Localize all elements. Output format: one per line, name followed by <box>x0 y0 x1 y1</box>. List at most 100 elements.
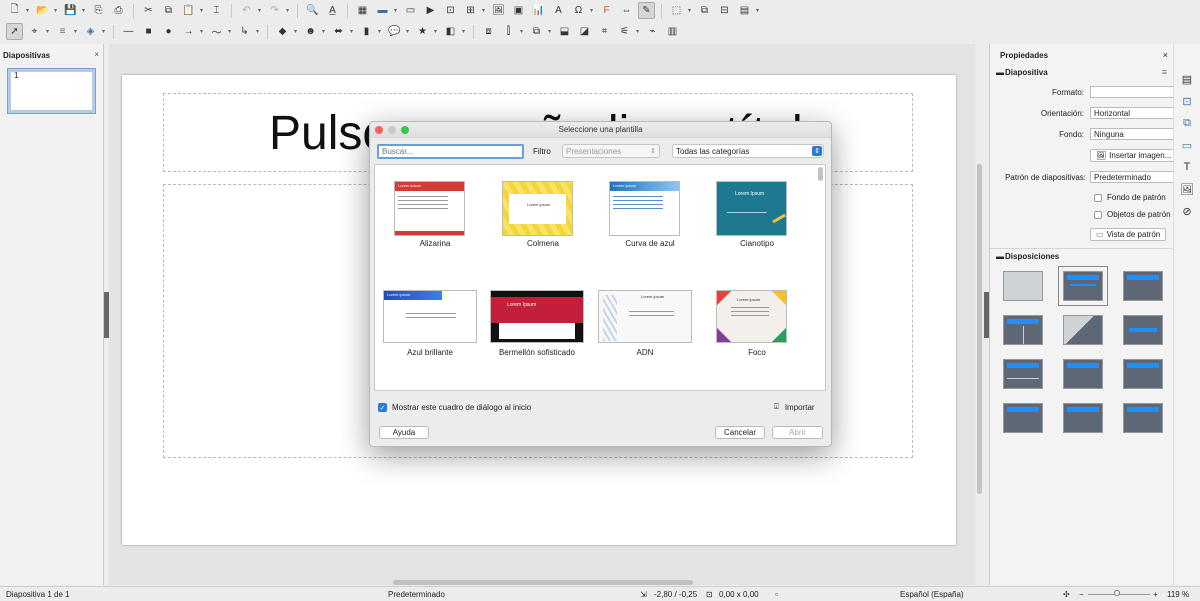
block-arrows-dropdown-icon[interactable]: ▾ <box>350 28 355 35</box>
template-item-azul-brillante[interactable]: Lorem ipsum Azul brillante <box>378 285 488 385</box>
language-status[interactable]: Español (España) <box>900 590 964 599</box>
filter-dropdown-icon[interactable]: ▾ <box>636 28 641 35</box>
import-button[interactable]: ⍗ Importar <box>774 402 815 412</box>
new-document-icon[interactable]: 🗋 <box>6 2 23 19</box>
delete-slide-icon[interactable]: ⊟ <box>716 2 733 19</box>
transformations-icon[interactable]: ⧈ <box>480 23 497 40</box>
template-item-colmena[interactable]: Lorem ipsum Colmena <box>492 176 602 276</box>
layout-title-two-content[interactable] <box>1003 315 1043 345</box>
toggle-extrusion-icon[interactable]: ⌁ <box>644 23 661 40</box>
save-icon[interactable]: 💾 <box>62 2 79 19</box>
layout-title-content-over-content[interactable] <box>1003 403 1043 433</box>
special-character-icon[interactable]: Ω <box>570 2 587 19</box>
navigator-deck-icon[interactable]: ⊘ <box>1180 204 1194 218</box>
undo-icon[interactable]: ↶ <box>238 2 255 19</box>
chart-icon[interactable]: 📊 <box>530 2 547 19</box>
zoom-slider-knob[interactable] <box>1114 590 1120 596</box>
template-item-bermellon-sofisticado[interactable]: Lorem Ipsum Bermellón sofisticado <box>485 285 595 385</box>
master-view-button[interactable]: ▭ Vista de patrón <box>1090 228 1167 241</box>
copy-icon[interactable]: ⧉ <box>160 2 177 19</box>
media-icon[interactable]: ▣ <box>510 2 527 19</box>
views-dropdown-icon[interactable]: ▾ <box>394 7 399 14</box>
slide-transition-deck-icon[interactable]: ⊡ <box>1180 94 1194 108</box>
template-item-cianotipo[interactable]: Lorem Ipsum Cianotipo <box>706 176 816 276</box>
master-background-checkbox[interactable]: Fondo de patrón <box>1094 193 1166 202</box>
arrow-line-icon[interactable]: → <box>180 23 197 40</box>
orientation-select[interactable]: Horizontal <box>1090 107 1174 119</box>
slide-pane-close-icon[interactable]: × <box>94 50 99 59</box>
comment-icon[interactable]: ▭ <box>402 2 419 19</box>
grid-icon[interactable]: ▦ <box>354 2 371 19</box>
fontwork-icon[interactable]: F <box>598 2 615 19</box>
template-item-adn[interactable]: Lorem ipsum ADN <box>593 285 703 385</box>
category-select[interactable]: Todas las categorías ⇕ <box>672 144 824 158</box>
ellipse-icon[interactable]: ● <box>160 23 177 40</box>
layout-title-2content-over-content[interactable] <box>1123 359 1163 389</box>
zoom-dropdown-icon[interactable]: ▾ <box>46 28 51 35</box>
fill-color-icon[interactable]: ◈ <box>82 23 99 40</box>
animation-deck-icon[interactable]: ⧉ <box>1180 116 1194 130</box>
gallery-scroll-thumb[interactable] <box>818 167 823 181</box>
show-at-startup-checkbox[interactable]: ✓ Mostrar este cuadro de diálogo al inic… <box>378 403 531 412</box>
layout-centered-text[interactable] <box>1123 315 1163 345</box>
paste-icon[interactable]: 📋 <box>180 2 197 19</box>
callouts-icon[interactable]: 💬 <box>386 23 403 40</box>
special-char-dropdown-icon[interactable]: ▾ <box>590 7 595 14</box>
image-icon[interactable]: 🖼 <box>490 2 507 19</box>
arrow-dropdown-icon[interactable]: ▾ <box>200 28 205 35</box>
format-select[interactable] <box>1090 86 1174 98</box>
stars-icon[interactable]: ★ <box>414 23 431 40</box>
redo-dropdown-icon[interactable]: ▾ <box>286 7 291 14</box>
gallery-deck-icon[interactable]: 🖼 <box>1180 182 1194 196</box>
3d-objects-icon[interactable]: ◧ <box>442 23 459 40</box>
save-dropdown-icon[interactable]: ▾ <box>82 7 87 14</box>
interaction-icon[interactable]: ▥ <box>664 23 681 40</box>
basic-shapes-icon[interactable]: ◆ <box>274 23 291 40</box>
symbol-shapes-icon[interactable]: ☻ <box>302 23 319 40</box>
layouts-collapse-icon[interactable]: ▬ <box>996 252 1004 261</box>
3d-dropdown-icon[interactable]: ▾ <box>462 28 467 35</box>
cut-icon[interactable]: ✂ <box>140 2 157 19</box>
master-objects-checkbox[interactable]: Objetos de patrón <box>1094 210 1171 219</box>
line-color-icon[interactable]: ≡ <box>54 23 71 40</box>
text-box-icon[interactable]: A <box>550 2 567 19</box>
horizontal-scrollbar[interactable] <box>393 580 693 585</box>
layout-title-only[interactable] <box>1063 315 1103 345</box>
select-arrow-icon[interactable]: ➚ <box>6 23 23 40</box>
layout-blank[interactable] <box>1003 271 1043 301</box>
callouts-dropdown-icon[interactable]: ▾ <box>406 28 411 35</box>
align-dropdown-icon[interactable]: ▾ <box>520 28 525 35</box>
open-button[interactable]: Abrir <box>772 426 823 439</box>
layout-title-content[interactable] <box>1123 271 1163 301</box>
new-slide-dropdown-icon[interactable]: ▾ <box>688 7 693 14</box>
line-icon[interactable]: — <box>120 23 137 40</box>
curve-dropdown-icon[interactable]: ▾ <box>228 28 233 35</box>
line-color-dropdown-icon[interactable]: ▾ <box>74 28 79 35</box>
crop-icon[interactable]: ⌗ <box>596 23 613 40</box>
shadow-icon[interactable]: ◪ <box>576 23 593 40</box>
master-slides-deck-icon[interactable]: ▭ <box>1180 138 1194 152</box>
slide-thumbnail[interactable] <box>7 68 96 114</box>
template-item-curva-de-azul[interactable]: Lorem ipsum Curva de azul <box>599 176 709 276</box>
sidebar-close-icon[interactable]: × <box>1163 50 1168 60</box>
vertical-scroll-thumb[interactable] <box>977 164 982 494</box>
new-slide-icon[interactable]: ⬚ <box>668 2 685 19</box>
slide-layout-icon[interactable]: ▤ <box>736 2 753 19</box>
layout-title-4content[interactable] <box>1063 403 1103 433</box>
fit-zoom-icon[interactable]: ✣ <box>1063 590 1070 599</box>
zoom-pan-icon[interactable]: ⌖ <box>26 23 43 40</box>
symbol-shapes-dropdown-icon[interactable]: ▾ <box>322 28 327 35</box>
section-menu-icon[interactable]: ≡ <box>1162 67 1167 77</box>
spelling-icon[interactable]: A̲ <box>324 2 341 19</box>
connector-icon[interactable]: ↳ <box>236 23 253 40</box>
template-item-alizarina[interactable]: Lorem ipsum Alizarina <box>384 176 494 276</box>
master-slide-select[interactable]: Predeterminado <box>1090 171 1174 183</box>
table-dropdown-icon[interactable]: ▾ <box>482 7 487 14</box>
duplicate-slide-icon[interactable]: ⧉ <box>696 2 713 19</box>
zoom-out-icon[interactable]: − <box>1079 590 1084 599</box>
dialog-titlebar[interactable]: Seleccione una plantilla <box>370 122 831 138</box>
paste-dropdown-icon[interactable]: ▾ <box>200 7 205 14</box>
open-folder-icon[interactable]: 📂 <box>34 2 51 19</box>
template-item-foco[interactable]: Lorem ipsum Foco <box>706 285 816 385</box>
search-input[interactable] <box>377 144 524 159</box>
